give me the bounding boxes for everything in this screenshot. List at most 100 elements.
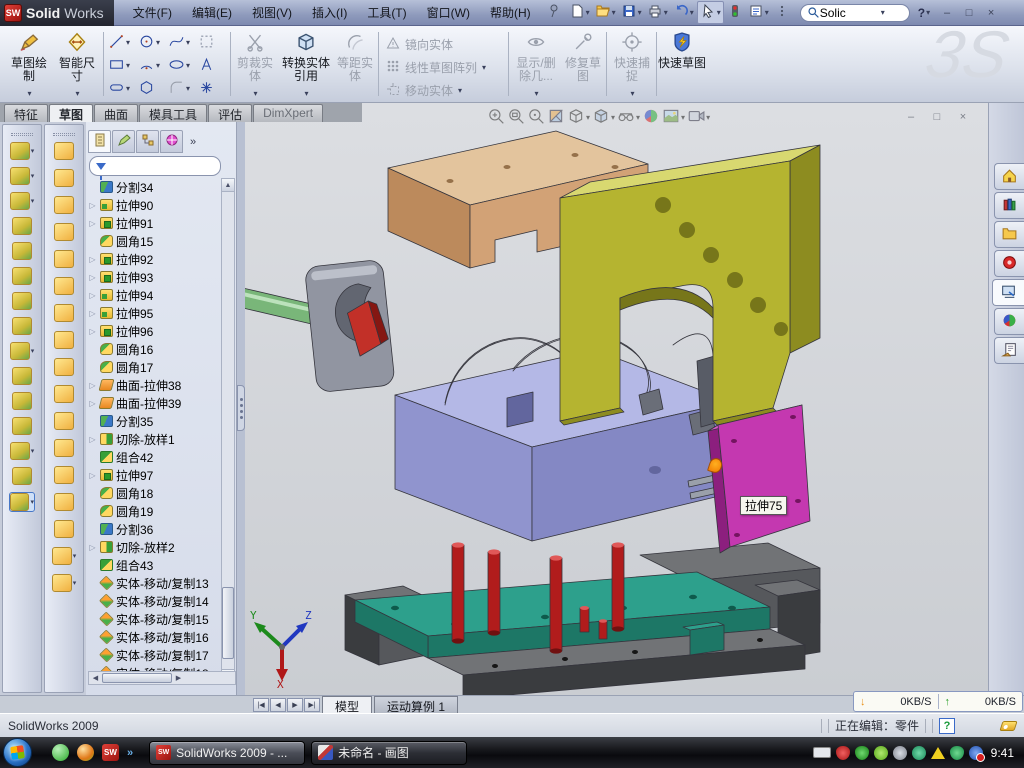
zoom-to-selection-button[interactable] [527, 107, 545, 128]
feature-tool-7-button[interactable] [51, 304, 77, 322]
dropdown-caret-icon[interactable]: ▾ [73, 552, 77, 560]
feature-tree-item[interactable]: 圆角18 [88, 484, 222, 502]
menu-file[interactable]: 文件(F) [124, 1, 181, 24]
tab-sketch[interactable]: 草图 [49, 104, 93, 122]
tree-vertical-scrollbar[interactable]: ▲ ▼ [221, 178, 235, 683]
panel-splitter[interactable] [237, 122, 245, 695]
new-button[interactable]: ▾ [567, 2, 592, 23]
feature-tool-9-button[interactable]: ▾ [9, 342, 35, 360]
part-clamp-bracket[interactable] [560, 145, 820, 425]
feature-tree-item[interactable]: 分割36 [88, 520, 222, 538]
select-button[interactable]: ▾ [697, 1, 724, 24]
property-manager-tab[interactable] [112, 130, 135, 153]
feature-tool-6-button[interactable] [51, 277, 77, 295]
tab-evaluate[interactable]: 评估 [208, 104, 252, 122]
feature-tree-item[interactable]: 分割34 [88, 178, 222, 196]
dropdown-caret-icon[interactable]: ▾ [482, 63, 486, 72]
dropdown-caret-icon[interactable]: ▾ [586, 8, 590, 17]
dropdown-caret-icon[interactable]: ▾ [31, 172, 35, 180]
feature-tool-15-button[interactable]: ▾ [9, 492, 35, 512]
menu-window[interactable]: 窗口(W) [418, 1, 479, 24]
save-button[interactable]: ▾ [619, 2, 644, 23]
graphics-area[interactable]: ▾▾▾▾▾ – □ × Y Z X 拉伸75 [245, 103, 988, 695]
expand-icon[interactable]: ▷ [88, 543, 97, 552]
dropdown-caret-icon[interactable]: ▾ [31, 447, 35, 455]
media-player-quicklaunch-icon[interactable] [77, 744, 94, 761]
start-button[interactable] [3, 738, 32, 767]
dropdown-caret-icon[interactable]: ▾ [611, 113, 615, 122]
view-palette-tab[interactable] [992, 279, 1024, 306]
feature-tree-item[interactable]: ▷切除-放样1 [88, 430, 222, 448]
panel-tabs-overflow[interactable]: » [184, 130, 202, 153]
feature-tree-item[interactable]: ▷拉伸95 [88, 304, 222, 322]
solidworks-resources-tab[interactable] [994, 250, 1024, 277]
feature-tree-item[interactable]: ▷曲面-拉伸38 [88, 376, 222, 394]
search-caret-icon[interactable]: ▾ [881, 8, 885, 17]
doc-tab-nav-3[interactable]: ▶| [304, 698, 320, 712]
expand-icon[interactable]: ▷ [88, 381, 97, 390]
display-delete-relations-button[interactable]: 显示/删除几...▾ [512, 29, 560, 100]
dropdown-caret-icon[interactable]: ▾ [612, 8, 616, 17]
dropdown-caret-icon[interactable]: ▾ [638, 8, 642, 17]
dropdown-caret-icon[interactable]: ▾ [765, 8, 769, 17]
doc-restore-button[interactable]: □ [928, 109, 946, 124]
feature-tree-item[interactable]: 组合42 [88, 448, 222, 466]
tree-filter-box[interactable] [89, 156, 221, 176]
menu-insert[interactable]: 插入(I) [303, 1, 356, 24]
display-style-button[interactable]: ▾ [592, 107, 615, 128]
solidworks-quicklaunch-icon[interactable]: SW [102, 744, 119, 761]
undo-button[interactable]: ▾ [671, 2, 696, 23]
options-button[interactable]: ▾ [746, 2, 771, 23]
zoom-area-button[interactable] [507, 107, 525, 128]
dropdown-caret-icon[interactable]: ▾ [304, 89, 308, 98]
dropdown-caret-icon[interactable]: ▾ [30, 498, 34, 506]
help-caret-icon[interactable]: ▾ [926, 8, 930, 17]
feature-tool-14-button[interactable] [51, 493, 77, 511]
splitter-grip[interactable] [237, 385, 245, 431]
close-button[interactable]: × [982, 5, 1000, 20]
feature-tool-10-button[interactable] [9, 367, 35, 385]
move-entities-button[interactable]: 移动实体▾ [385, 79, 513, 101]
mirror-entities-button[interactable]: 镜向实体 [385, 33, 513, 55]
taskbar-window-solidworks[interactable]: SWSolidWorks 2009 - ... [149, 741, 305, 765]
feature-tool-15-button[interactable] [51, 520, 77, 538]
expand-icon[interactable]: ▷ [88, 435, 97, 444]
expand-icon[interactable]: ▷ [88, 219, 97, 228]
feature-tree-item[interactable]: 圆角17 [88, 358, 222, 376]
expand-icon[interactable]: ▷ [88, 273, 97, 282]
feature-tree-item[interactable]: ▷拉伸90 [88, 196, 222, 214]
feature-tool-14-button[interactable] [9, 467, 35, 485]
dropdown-caret-icon[interactable]: ▾ [586, 113, 590, 122]
feature-tree-item[interactable]: 圆角19 [88, 502, 222, 520]
feature-tool-2-button[interactable] [51, 169, 77, 187]
feature-tool-13-button[interactable] [51, 466, 77, 484]
custom-properties-tab[interactable] [994, 337, 1024, 364]
taskbar-window-paint[interactable]: 未命名 - 画图 [311, 741, 467, 765]
expand-icon[interactable]: ▷ [88, 291, 97, 300]
dropdown-caret-icon[interactable]: ▾ [253, 89, 257, 98]
dropdown-caret-icon[interactable]: ▾ [27, 89, 31, 98]
feature-tree-item[interactable]: ▷拉伸93 [88, 268, 222, 286]
view-settings-button[interactable]: ▾ [687, 107, 710, 128]
doc-close-button[interactable]: × [954, 109, 972, 124]
feature-tool-8-button[interactable] [9, 317, 35, 335]
feature-tool-2-button[interactable]: ▾ [9, 167, 35, 185]
circle-tool[interactable]: ▾ [138, 33, 168, 53]
dropdown-caret-icon[interactable]: ▾ [681, 113, 685, 122]
feature-tool-1-button[interactable]: ▾ [9, 142, 35, 160]
dropdown-caret-icon[interactable]: ▾ [458, 86, 462, 95]
feature-tree-item[interactable]: ▷拉伸92 [88, 250, 222, 268]
dropdown-caret-icon[interactable]: ▾ [126, 38, 130, 47]
menu-help[interactable]: 帮助(H) [481, 1, 540, 24]
expand-icon[interactable]: ▷ [88, 399, 97, 408]
search-box[interactable]: ▾ [800, 4, 910, 22]
feature-tool-4-button[interactable] [51, 223, 77, 241]
repair-sketch-button[interactable]: 修复草图 [562, 29, 604, 100]
appearances-scenes-tab[interactable] [994, 308, 1024, 335]
apply-scene-button[interactable]: ▾ [662, 107, 685, 128]
system-update-tray-icon[interactable] [874, 746, 888, 760]
sketch-fillet-tool[interactable]: ▾ [168, 79, 198, 99]
feature-tool-3-button[interactable] [51, 196, 77, 214]
design-library-tab[interactable] [994, 192, 1024, 219]
search-input[interactable] [820, 6, 880, 20]
